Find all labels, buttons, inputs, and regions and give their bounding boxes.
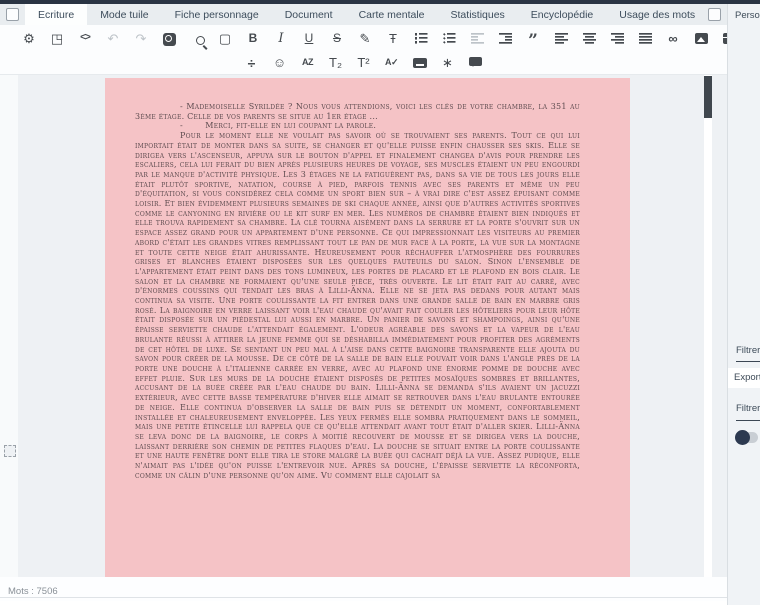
keyboard-icon[interactable] — [409, 53, 431, 73]
outdent-glyph — [471, 33, 484, 44]
source-code-icon[interactable]: <> — [74, 28, 96, 48]
outdent-icon — [466, 28, 488, 48]
menu-tab-bar: EcritureMode tuileFiche personnageDocume… — [0, 4, 727, 25]
right-panel-toggle-checkbox[interactable] — [708, 8, 721, 21]
tab-document[interactable]: Document — [272, 4, 346, 25]
tab-encyclopedie[interactable]: Encyclopédie — [518, 4, 606, 25]
align-center-glyph — [583, 33, 596, 44]
find-in-document-icon[interactable] — [158, 28, 180, 48]
clear-format-icon[interactable]: Ŧ — [382, 28, 404, 48]
align-right-icon[interactable] — [606, 28, 628, 48]
divider — [736, 420, 760, 421]
paragraph: - Merci, fit-elle en lui coupant la paro… — [135, 121, 580, 131]
filter-label-2: Filtrer — [736, 403, 760, 414]
blockquote-icon[interactable]: ” — [522, 25, 544, 52]
tab-usage-des-mots[interactable]: Usage des mots — [606, 4, 708, 25]
align-left-glyph — [555, 33, 568, 44]
fullscreen-icon[interactable]: ◳ — [46, 28, 68, 48]
strikethrough-icon[interactable]: S — [326, 28, 348, 48]
special-characters-icon[interactable]: ∗ — [437, 53, 459, 73]
tab-mode-tuile[interactable]: Mode tuile — [87, 4, 161, 25]
format-color-icon[interactable]: ✎ — [354, 28, 376, 48]
bold-icon[interactable]: B — [242, 28, 264, 48]
export-button[interactable]: Export — [728, 368, 760, 388]
toolbar-row-1: ⚙ ◳ <> ↶ ↷ ▢ BIUS ✎ Ŧ ” ∞ — [0, 25, 727, 51]
image-icon[interactable] — [690, 28, 712, 48]
scrollbar-thumb[interactable] — [704, 76, 712, 118]
left-panel-toggle-checkbox[interactable] — [6, 8, 19, 21]
undo-icon: ↶ — [102, 28, 124, 48]
keyboard-glyph — [413, 58, 427, 68]
filter-label: Filtrer — [736, 345, 760, 356]
image-glyph — [695, 33, 708, 44]
italic-icon[interactable]: I — [270, 28, 292, 48]
divider — [736, 361, 760, 362]
search-glyph — [191, 33, 204, 44]
comment-glyph — [469, 57, 482, 66]
align-justify-icon[interactable] — [634, 28, 656, 48]
bullet-list-icon[interactable] — [438, 28, 460, 48]
tab-ecriture[interactable]: Ecriture — [25, 4, 87, 25]
redo-icon: ↷ — [130, 28, 152, 48]
settings-icon[interactable]: ⚙ — [18, 28, 40, 48]
ordered-list-glyph — [415, 33, 428, 44]
filter-toggle[interactable] — [736, 432, 758, 443]
search-icon[interactable] — [186, 28, 208, 48]
emoji-icon[interactable]: ☺ — [269, 53, 291, 73]
formatting-toolbar: ⚙ ◳ <> ↶ ↷ ▢ BIUS ✎ Ŧ ” ∞ ÷ ☺ AZ T₂ T² A✓ ∗ — [0, 25, 727, 75]
subscript-icon[interactable]: T₂ — [325, 53, 347, 73]
indent-icon[interactable] — [494, 28, 516, 48]
indent-glyph — [499, 33, 512, 44]
align-left-icon[interactable] — [550, 28, 572, 48]
toggle-knob-icon — [735, 430, 750, 445]
tab-carte-mentale[interactable]: Carte mentale — [346, 4, 438, 25]
tab-fiche-personnage[interactable]: Fiche personnage — [162, 4, 272, 25]
comment-icon[interactable] — [465, 53, 487, 73]
align-right-glyph — [611, 33, 624, 44]
editor-area: - Mademoiselle Syrildée ? Nous vous atte… — [0, 75, 727, 605]
word-count: Mots : 7506 — [8, 586, 58, 597]
right-panel-title: Personn — [735, 10, 760, 21]
paragraph: Pour le moment elle ne voulait pas savoi… — [135, 131, 580, 480]
superscript-icon[interactable]: T² — [353, 53, 375, 73]
right-side-panel: Personn Filtrer Export Filtrer — [727, 4, 760, 605]
vertical-scrollbar[interactable] — [704, 75, 712, 577]
find-in-document-glyph — [163, 33, 176, 44]
select-all-icon[interactable]: ▢ — [214, 28, 236, 48]
toolbar-row-2: ÷ ☺ AZ T₂ T² A✓ ∗ — [0, 51, 727, 74]
status-bar: Mots : 7506 — [0, 577, 727, 605]
ordered-list-icon[interactable] — [410, 28, 432, 48]
app-window: EcritureMode tuileFiche personnageDocume… — [0, 0, 760, 605]
tab-statistiques[interactable]: Statistiques — [438, 4, 518, 25]
horizontal-rule-icon[interactable]: ÷ — [241, 53, 263, 73]
align-justify-glyph — [639, 33, 652, 44]
paragraph: - Mademoiselle Syrildée ? Nous vous atte… — [135, 102, 580, 121]
link-icon[interactable]: ∞ — [662, 28, 684, 48]
underline-icon[interactable]: U — [298, 28, 320, 48]
editor-page[interactable]: - Mademoiselle Syrildée ? Nous vous atte… — [105, 78, 630, 577]
left-gutter — [0, 75, 18, 605]
collapsed-panel-handle-icon[interactable] — [4, 445, 16, 457]
bullet-list-glyph — [443, 33, 456, 44]
tab-list: EcritureMode tuileFiche personnageDocume… — [25, 4, 708, 25]
sort-az-icon[interactable]: AZ — [297, 53, 319, 73]
align-center-icon[interactable] — [578, 28, 600, 48]
spellcheck-icon[interactable]: A✓ — [381, 53, 403, 73]
